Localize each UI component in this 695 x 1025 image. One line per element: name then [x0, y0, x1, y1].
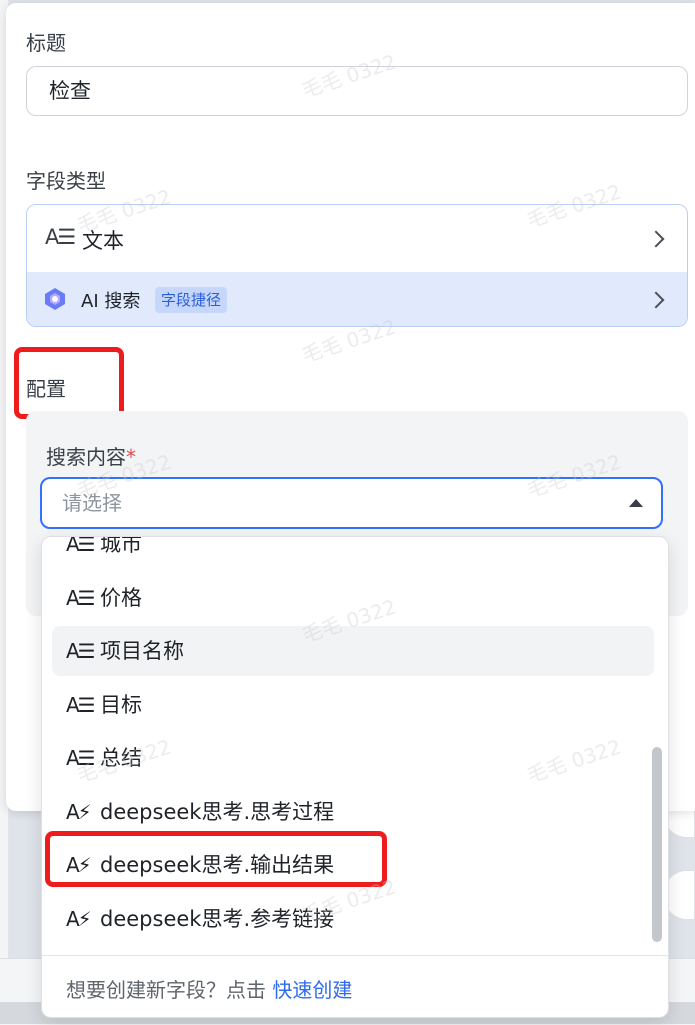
text-type-icon: A☰ — [66, 586, 96, 610]
dropdown-footer: 想要创建新字段？点击 快速创建 — [42, 955, 668, 1017]
quick-create-link[interactable]: 快速创建 — [272, 978, 352, 1002]
text-type-icon: A☰ — [45, 225, 76, 249]
field-type-label: 字段类型 — [26, 169, 106, 193]
ai-text-type-icon: A⚡ — [66, 907, 92, 931]
title-input[interactable]: 检查 — [26, 66, 688, 116]
search-content-select[interactable]: 请选择 — [40, 477, 663, 529]
text-type-icon: A☰ — [66, 536, 96, 556]
field-type-selector: A☰ 文本 AI 搜索 字段捷径 — [26, 204, 688, 327]
text-type-icon: A☰ — [66, 639, 96, 663]
ai-text-type-icon: A⚡ — [66, 800, 92, 824]
dropdown-option[interactable]: A☰ 城市 — [52, 536, 654, 569]
chevron-right-icon — [647, 291, 665, 309]
chevron-right-icon — [647, 230, 665, 248]
required-mark: * — [126, 445, 136, 469]
select-placeholder: 请选择 — [62, 491, 122, 515]
text-type-icon: A☰ — [66, 693, 96, 717]
ai-search-label: AI 搜索 — [81, 291, 141, 312]
dropdown-option[interactable]: A⚡ deepseek思考.思考过程 — [52, 787, 654, 837]
text-type-icon: A☰ — [66, 746, 96, 770]
dropdown-option[interactable]: A☰ 目标 — [52, 680, 654, 730]
caret-up-icon — [629, 499, 643, 507]
dropdown-option[interactable]: A⚡ deepseek思考.参考链接 — [52, 894, 654, 944]
dropdown-scrollbar[interactable] — [652, 747, 662, 942]
footer-text: 想要创建新字段？点击 快速创建 — [66, 978, 353, 1002]
dropdown-option[interactable]: A☰ 价格 — [52, 573, 654, 623]
field-type-text-option[interactable]: A☰ 文本 — [27, 205, 687, 272]
field-dropdown: A☰ 城市 A☰ 价格 A☰ 项目名称 A☰ 目标 A☰ 总结 A⚡ deeps… — [41, 536, 669, 1018]
dropdown-option[interactable]: A☰ 项目名称 — [52, 626, 654, 676]
ai-search-option[interactable]: AI 搜索 字段捷径 — [27, 272, 687, 326]
dropdown-option[interactable]: A☰ 总结 — [52, 733, 654, 783]
highlight-box-output-result — [45, 831, 387, 887]
highlight-box-config — [14, 347, 124, 419]
shortcut-tag: 字段捷径 — [155, 287, 228, 313]
search-content-label: 搜索内容* — [46, 445, 136, 469]
field-type-text-label: 文本 — [82, 229, 124, 253]
title-label: 标题 — [26, 31, 66, 55]
ai-search-logo-icon — [45, 288, 65, 310]
